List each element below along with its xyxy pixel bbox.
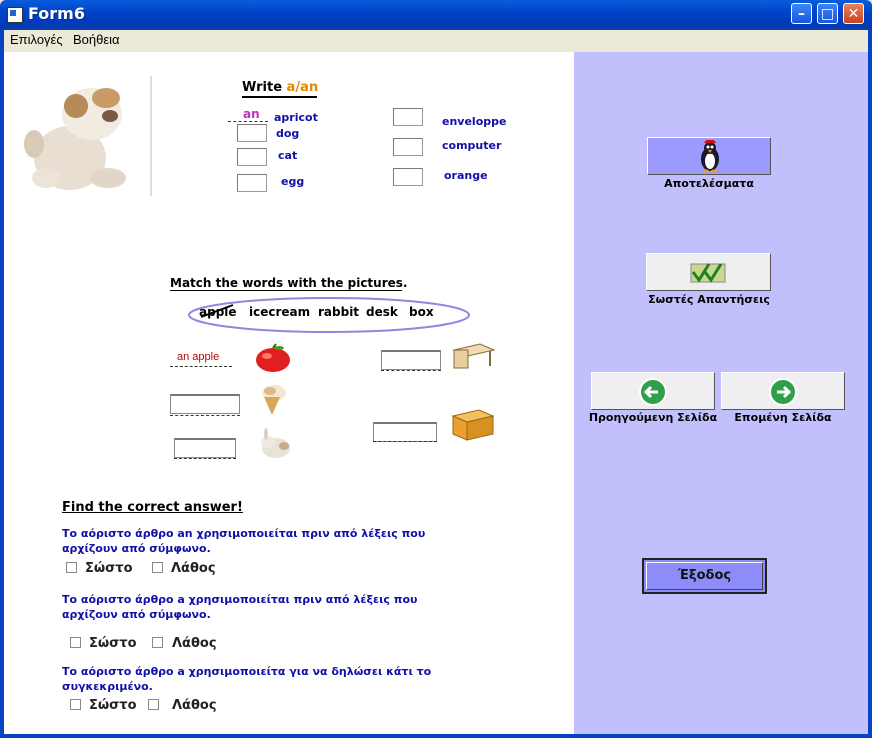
write-a-an-title: Write a/an <box>242 80 318 95</box>
word-orange: orange <box>444 169 488 182</box>
previous-page-button[interactable] <box>591 372 715 410</box>
answer-line <box>373 441 437 442</box>
answer-line <box>174 458 236 459</box>
next-page-button[interactable] <box>721 372 845 410</box>
q3-wrong-label: Λάθος <box>172 698 217 713</box>
app-icon[interactable] <box>7 7 23 23</box>
answer-input-egg[interactable] <box>237 174 267 192</box>
word-dog: dog <box>276 127 300 140</box>
answer-line <box>381 370 441 371</box>
answer-line <box>228 121 268 122</box>
close-icon: ✕ <box>847 6 860 22</box>
desk-picture <box>452 343 496 369</box>
answer-input-icecream[interactable] <box>170 394 240 414</box>
q2-correct-checkbox[interactable] <box>70 637 81 648</box>
q1-wrong-label: Λάθος <box>171 561 216 576</box>
window-frame-right <box>868 30 872 738</box>
q2-wrong-label: Λάθος <box>172 636 217 651</box>
answer-input-rabbit[interactable] <box>174 438 236 458</box>
window-frame-bottom <box>0 734 872 738</box>
rabbit-picture <box>261 428 290 458</box>
answer-line <box>170 415 240 416</box>
answer-input-orange[interactable] <box>393 168 423 186</box>
q1-wrong-checkbox[interactable] <box>152 562 163 573</box>
answer-apple: an apple <box>177 351 220 363</box>
word-bank-desk: desk <box>366 305 398 319</box>
find-title: Find the correct answer! <box>62 500 243 515</box>
word-apricot: apricot <box>274 111 318 124</box>
title-bar[interactable] <box>0 0 872 30</box>
answer-input-computer[interactable] <box>393 138 423 156</box>
minimize-button[interactable]: – <box>791 3 812 24</box>
exit-button[interactable]: Έξοδος <box>642 558 767 594</box>
write-a-an-highlight: a/an <box>286 80 319 95</box>
dog-picture <box>12 74 154 198</box>
answer-input-enveloppe[interactable] <box>393 108 423 126</box>
menu-help[interactable]: Βοήθεια <box>73 32 120 47</box>
arrow-left-icon <box>639 378 667 406</box>
correct-answers-button[interactable] <box>646 253 771 291</box>
word-enveloppe: enveloppe <box>442 115 507 128</box>
q2-wrong-checkbox[interactable] <box>152 637 163 648</box>
window-title: Form6 <box>28 4 85 23</box>
answer-input-dog[interactable] <box>237 124 267 142</box>
word-bank-rabbit: rabbit <box>318 305 360 319</box>
q3-correct-label: Σώστο <box>89 698 137 713</box>
maximize-icon: □ <box>820 6 835 22</box>
q2-correct-label: Σώστο <box>89 636 137 651</box>
q3-wrong-checkbox[interactable] <box>148 699 159 710</box>
answer-input-box[interactable] <box>373 422 437 442</box>
minimize-icon: – <box>798 6 805 22</box>
penguin-icon <box>701 140 719 173</box>
strike-mark <box>200 304 234 318</box>
close-button[interactable]: ✕ <box>843 3 864 24</box>
maximize-button[interactable]: □ <box>817 3 838 24</box>
title-underline <box>242 96 317 98</box>
question-1: Το αόριστο άρθρο an χρησιμοποιείται πριν… <box>62 527 426 555</box>
q3-correct-checkbox[interactable] <box>70 699 81 710</box>
word-bank-apple: apple <box>199 304 237 319</box>
word-cat: cat <box>278 149 298 162</box>
previous-page-caption: Προηγούμενη Σελίδα <box>588 411 718 424</box>
arrow-right-icon <box>769 378 797 406</box>
next-page-caption: Επομένη Σελίδα <box>734 411 832 424</box>
question-2: Το αόριστο άρθρο a χρησιμοποιείται πριν … <box>62 593 418 621</box>
match-title-underline <box>170 290 402 291</box>
word-bank-box: box <box>409 305 434 319</box>
exit-button-label: Έξοδος <box>646 562 763 590</box>
apple-picture <box>256 343 290 372</box>
q1-correct-label: Σώστο <box>85 561 133 576</box>
answer-an-apricot: an <box>243 107 260 121</box>
results-button[interactable] <box>647 137 771 175</box>
icecream-picture <box>262 385 286 415</box>
results-caption: Αποτελέσματα <box>664 177 754 190</box>
answer-input-cat[interactable] <box>237 148 267 166</box>
question-3: Το αόριστο άρθρο a χρησιμοποιείτα για να… <box>62 665 432 693</box>
menu-options[interactable]: Επιλογές <box>10 32 63 47</box>
answer-line <box>170 366 232 367</box>
q1-correct-checkbox[interactable] <box>66 562 77 573</box>
correct-answers-caption: Σωστές Απαντήσεις <box>648 293 770 306</box>
word-bank-icecream: icecream <box>249 305 311 319</box>
answer-input-desk[interactable] <box>381 350 441 370</box>
box-picture <box>451 409 495 441</box>
word-egg: egg <box>281 175 305 188</box>
menu-bar: Επιλογές Βοήθεια <box>4 30 868 50</box>
checkmarks-icon <box>690 263 726 283</box>
word-computer: computer <box>442 139 502 152</box>
write-a-an-prefix: Write <box>242 80 287 95</box>
match-title: Match the words with the pictures. <box>170 276 408 290</box>
